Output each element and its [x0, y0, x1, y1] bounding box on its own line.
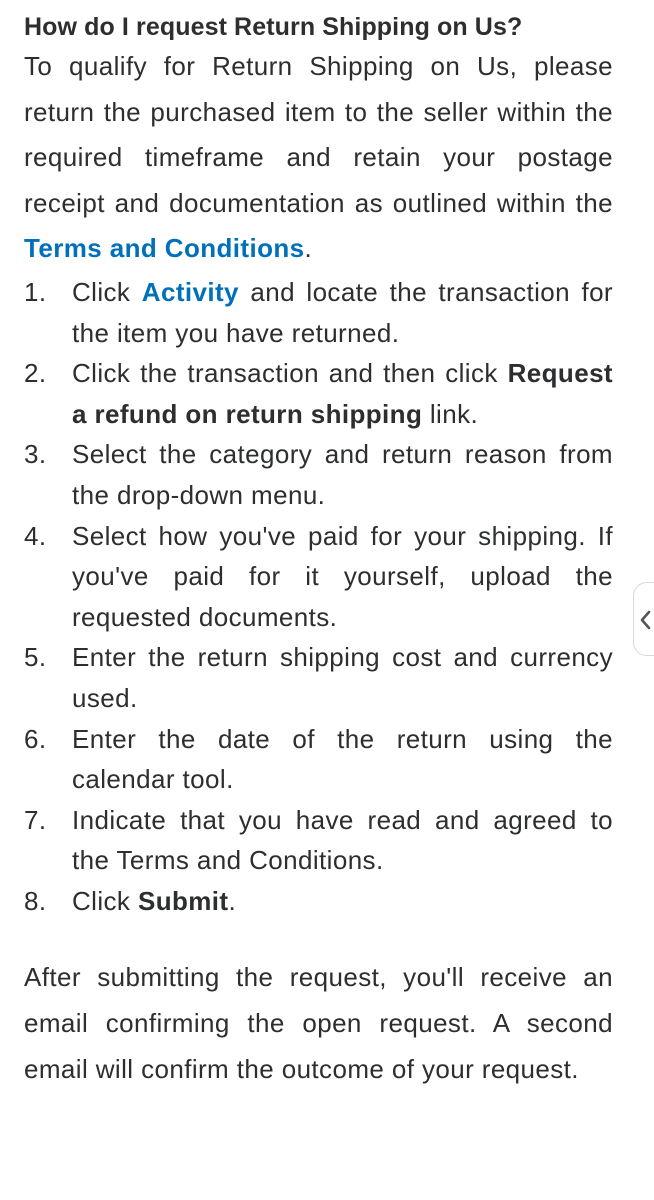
steps-list: 1. Click Activity and locate the transact… — [24, 272, 613, 922]
step-number: 4. — [24, 520, 47, 551]
step-text: Indicate that you have read and agreed t… — [72, 804, 613, 876]
step-item: 7. Indicate that you have read and agreed… — [24, 800, 613, 881]
step-number: 8. — [24, 885, 47, 916]
step-text: Select the category and return reason fr… — [72, 439, 613, 510]
outro-paragraph: After submitting the request, you'll rec… — [24, 962, 613, 1084]
step-item: 1. Click Activity and locate the transact… — [24, 272, 613, 353]
step-text: Enter the return shipping cost and curre… — [72, 642, 613, 713]
submit-label: Submit — [137, 885, 229, 916]
intro-paragraph: To qualify for Return Shipping on Us, pl… — [24, 44, 613, 272]
step-text: Enter the date of the return using the c… — [72, 723, 613, 795]
terms-and-conditions-link[interactable]: Terms and Conditions — [24, 233, 305, 263]
step-number: 6. — [24, 723, 47, 754]
faq-title: How do I request Return Shipping on Us? — [24, 13, 523, 41]
step-text: Click — [72, 276, 142, 307]
step-item: 6. Enter the date of the return using the… — [24, 719, 613, 800]
intro-text: To qualify for Return Shipping on Us, pl… — [24, 51, 613, 218]
step-item: 5. Enter the return shipping cost and cur… — [24, 637, 613, 718]
step-number: 5. — [24, 642, 47, 673]
step-number: 1. — [24, 276, 47, 307]
chevron-left-icon — [640, 610, 651, 630]
step-number: 3. — [24, 439, 47, 470]
step-number: 2. — [24, 358, 47, 389]
step-text: link. — [422, 398, 479, 429]
step-item: 2. Click the transaction and then click R… — [24, 353, 613, 434]
step-item: 4. Select how you've paid for your shippi… — [24, 516, 613, 638]
step-text: Click — [72, 885, 138, 916]
step-number: 7. — [24, 804, 47, 835]
step-text: . — [228, 885, 237, 916]
step-item: 3. Select the category and return reason … — [24, 434, 613, 515]
step-item: 8. Click Submit. — [24, 881, 613, 922]
activity-link[interactable]: Activity — [142, 277, 239, 307]
step-text: Select how you've paid for your shipping… — [72, 520, 613, 632]
intro-period: . — [304, 233, 313, 264]
step-text: Click the transaction and then click — [72, 358, 508, 389]
faq-article: How do I request Return Shipping on Us? … — [24, 0, 613, 1092]
side-panel-toggle[interactable] — [633, 582, 654, 656]
